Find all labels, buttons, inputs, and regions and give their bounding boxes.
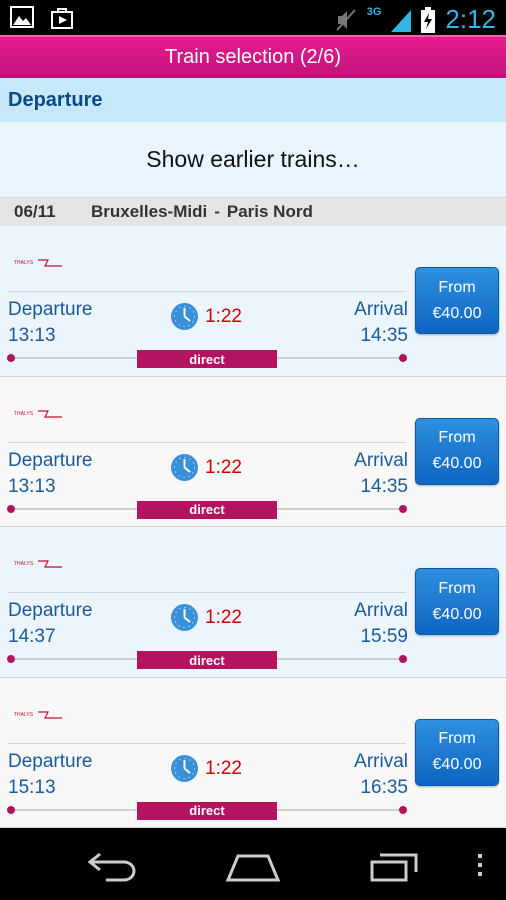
row-divider [8, 742, 406, 744]
price-button[interactable]: From €40.00 [415, 718, 499, 786]
departure-label: Departure [8, 750, 93, 772]
destination-dot [399, 504, 407, 513]
train-row[interactable]: THALYS Departure 15:13 1:22 Arrival 16:3… [0, 677, 506, 828]
status-bar: 3G 2:12 [0, 0, 506, 35]
connection-type-badge: direct [137, 500, 277, 519]
thalys-logo: THALYS [14, 409, 62, 418]
price-prefix: From [438, 579, 476, 597]
clock-icon [171, 604, 198, 631]
trip-duration: 1:22 [205, 757, 242, 779]
connection-type-badge: direct [137, 801, 277, 820]
route-bar: 06/11 Bruxelles-Midi - Paris Nord [0, 198, 506, 226]
arrival-label: Arrival [354, 600, 408, 621]
menu-icon[interactable] [476, 850, 484, 882]
price-value: €40.00 [432, 605, 482, 623]
route-from: Bruxelles-Midi [91, 202, 208, 221]
price-value: €40.00 [432, 304, 482, 322]
price-prefix: From [438, 429, 476, 446]
mute-icon [335, 8, 356, 31]
route-date: 06/11 [14, 202, 56, 221]
home-icon[interactable] [226, 850, 280, 882]
destination-dot [399, 805, 407, 814]
route-separator: - [214, 202, 220, 221]
arrival-label: Arrival [354, 299, 408, 320]
price-value: €40.00 [432, 756, 482, 773]
destination-dot [399, 354, 407, 362]
train-row[interactable]: THALYS Departure 14:37 1:22 Arrival 15:5… [0, 527, 506, 678]
departure-time: 13:13 [8, 325, 56, 346]
origin-dot [7, 354, 15, 362]
price-prefix: From [438, 278, 476, 296]
connection-type-badge: direct [137, 651, 277, 669]
svg-text:THALYS: THALYS [14, 260, 34, 266]
price-button[interactable]: From €40.00 [415, 568, 499, 635]
origin-dot [7, 805, 15, 814]
departure-label: Departure [8, 449, 93, 471]
row-divider [8, 441, 406, 443]
svg-text:THALYS: THALYS [14, 411, 34, 417]
price-value: €40.00 [432, 455, 482, 472]
trip-duration: 1:22 [205, 306, 242, 327]
departure-time: 13:13 [8, 475, 56, 497]
arrival-time: 14:35 [360, 325, 408, 346]
train-list[interactable]: THALYS Departure 13:13 1:22 Arrival 14:3… [0, 226, 506, 832]
network-type: 3G [366, 5, 382, 18]
train-row[interactable]: THALYS Departure 13:13 1:22 Arrival 14:3… [0, 376, 506, 527]
price-button[interactable]: From €40.00 [415, 267, 499, 334]
row-divider [8, 291, 406, 292]
show-earlier-trains-button[interactable]: Show earlier trains… [0, 122, 506, 198]
clock-time: 2:12 [445, 4, 496, 34]
connection-type-badge: direct [137, 350, 277, 368]
price-prefix: From [438, 730, 476, 747]
play-store-icon [51, 8, 73, 29]
departure-label: Departure [8, 299, 93, 320]
battery-charging-icon [421, 6, 436, 33]
arrival-time: 16:35 [360, 776, 408, 798]
trip-duration: 1:22 [205, 456, 242, 478]
arrival-time: 14:35 [360, 475, 408, 497]
section-title: Departure [8, 88, 103, 111]
row-divider [8, 592, 406, 593]
svg-text:THALYS: THALYS [14, 712, 34, 718]
price-button[interactable]: From €40.00 [415, 417, 499, 485]
app-bar: Train selection (2/6) [0, 35, 506, 78]
image-icon [10, 6, 34, 28]
departure-label: Departure [8, 600, 93, 621]
show-earlier-trains-label: Show earlier trains… [146, 146, 360, 172]
destination-dot [399, 655, 407, 663]
trip-duration: 1:22 [205, 607, 242, 628]
recent-apps-icon[interactable] [370, 850, 420, 882]
clock-icon [171, 303, 198, 330]
back-icon[interactable] [86, 850, 138, 882]
signal-icon [391, 9, 412, 32]
departure-time: 15:13 [8, 776, 56, 798]
svg-text:THALYS: THALYS [14, 561, 34, 567]
clock-icon [171, 453, 198, 481]
clock-icon [171, 754, 198, 782]
navigation-bar [0, 832, 506, 900]
origin-dot [7, 655, 15, 663]
arrival-time: 15:59 [360, 626, 408, 647]
train-row[interactable]: THALYS Departure 13:13 1:22 Arrival 14:3… [0, 226, 506, 377]
section-header: Departure [0, 78, 506, 122]
route-to: Paris Nord [226, 202, 313, 221]
origin-dot [7, 504, 15, 513]
arrival-label: Arrival [354, 449, 408, 471]
arrival-label: Arrival [354, 750, 408, 772]
app-title: Train selection (2/6) [165, 46, 341, 68]
departure-time: 14:37 [8, 626, 56, 647]
thalys-logo: THALYS [14, 259, 62, 267]
thalys-logo: THALYS [14, 560, 62, 568]
thalys-logo: THALYS [14, 710, 62, 719]
